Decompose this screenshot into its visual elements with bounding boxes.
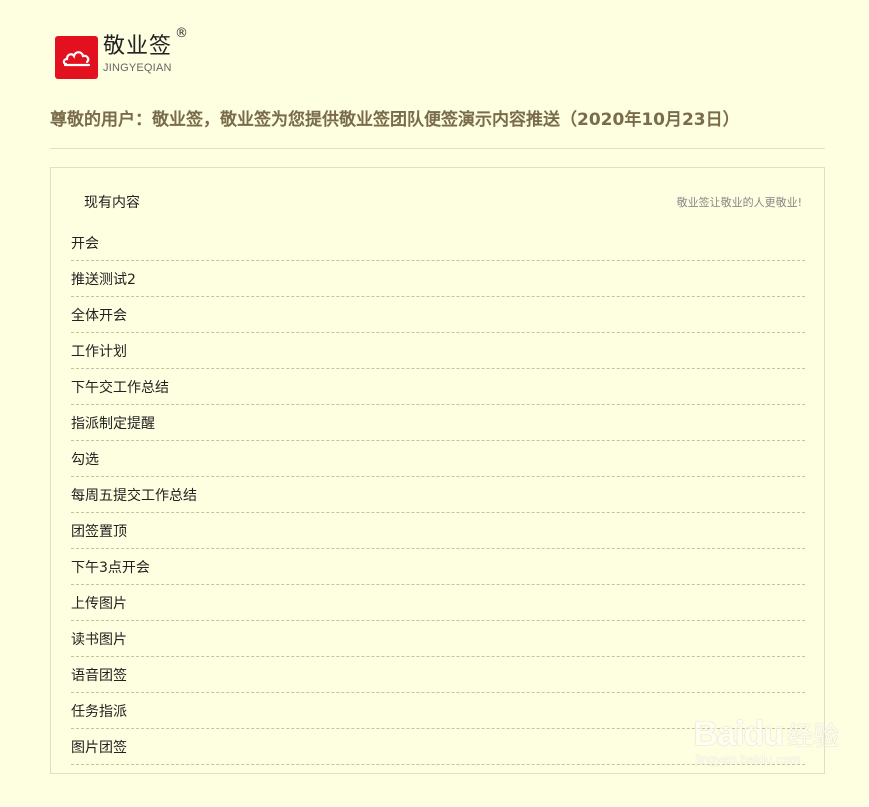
list-item[interactable]: 下午3点开会	[71, 549, 805, 585]
cloud-logo-icon	[55, 36, 98, 79]
page-title: 尊敬的用户：敬业签，敬业签为您提供敬业签团队便签演示内容推送（2020年10月2…	[50, 110, 740, 130]
list-item[interactable]: 团签置顶	[71, 513, 805, 549]
baidu-jingyan-watermark: Baidu 经验 jingyan.baidu.com	[694, 715, 839, 767]
list-item[interactable]: 指派制定提醒	[71, 405, 805, 441]
list-item[interactable]: 勾选	[71, 441, 805, 477]
list-item[interactable]: 语音团签	[71, 657, 805, 693]
content-panel: 现有内容 敬业签让敬业的人更敬业! 开会 推送测试2 全体开会 工作计划 下午交…	[50, 167, 825, 774]
brand-name: 敬业签	[103, 34, 173, 59]
watermark-url: jingyan.baidu.com	[695, 752, 801, 767]
panel-slogan: 敬业签让敬业的人更敬业!	[676, 196, 802, 209]
registered-mark: ®	[175, 26, 188, 41]
list-item[interactable]: 全体开会	[71, 297, 805, 333]
brand-logo[interactable]: 敬业签 ® JINGYEQIAN	[55, 26, 188, 79]
list-item[interactable]: 工作计划	[71, 333, 805, 369]
panel-title: 现有内容	[84, 195, 140, 211]
watermark-product: 经验	[786, 722, 839, 752]
list-item[interactable]: 上传图片	[71, 585, 805, 621]
list-item[interactable]: 每周五提交工作总结	[71, 477, 805, 513]
watermark-brand: Baidu	[693, 715, 784, 753]
content-list: 开会 推送测试2 全体开会 工作计划 下午交工作总结 指派制定提醒 勾选 每周五…	[71, 225, 805, 765]
list-item[interactable]: 读书图片	[71, 621, 805, 657]
list-item[interactable]: 开会	[71, 225, 805, 261]
list-item[interactable]: 下午交工作总结	[71, 369, 805, 405]
brand-pinyin: JINGYEQIAN	[103, 62, 172, 74]
divider	[50, 148, 825, 149]
list-item[interactable]: 推送测试2	[71, 261, 805, 297]
